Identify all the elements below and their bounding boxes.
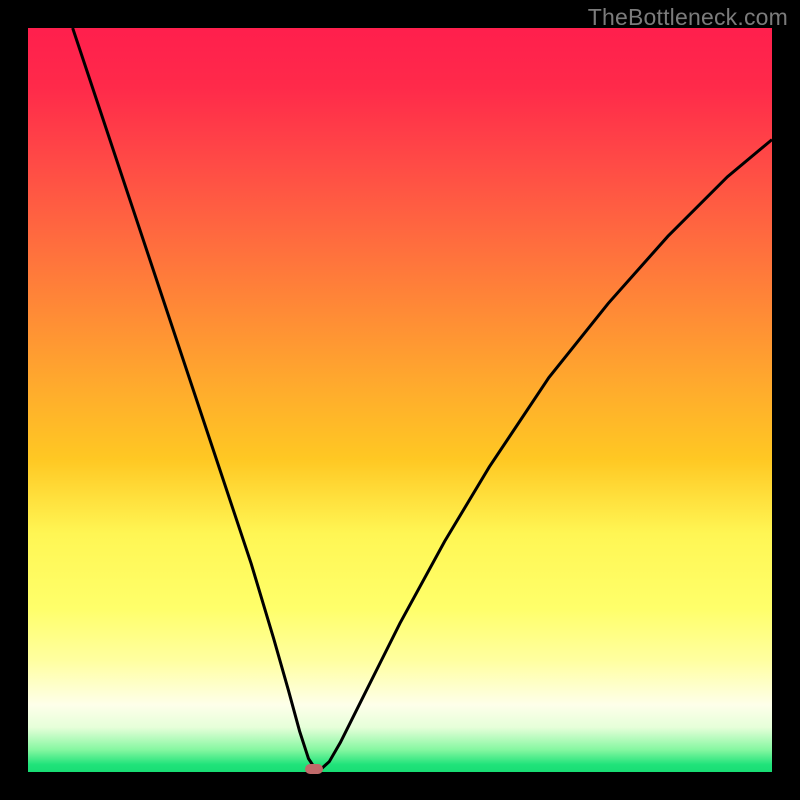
bottleneck-curve [73, 28, 772, 770]
optimum-marker [305, 764, 323, 774]
plot-area [28, 28, 772, 772]
watermark-text: TheBottleneck.com [588, 4, 788, 31]
curve-layer [28, 28, 772, 772]
chart-frame: TheBottleneck.com [0, 0, 800, 800]
